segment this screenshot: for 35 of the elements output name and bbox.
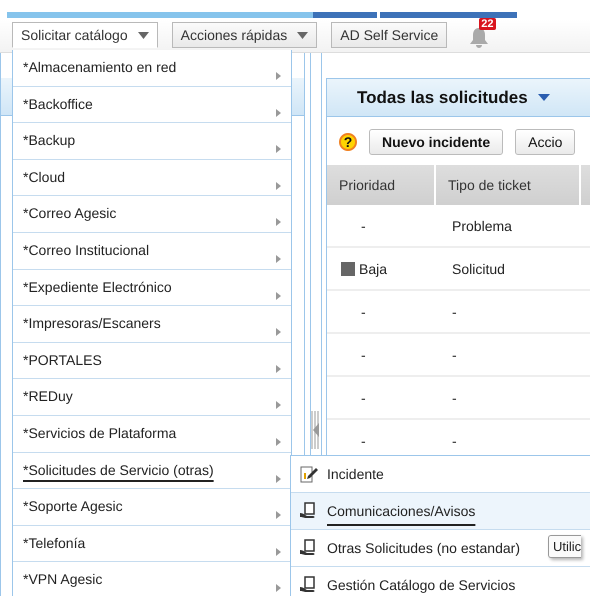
submenu-item[interactable]: Comunicaciones/Avisos	[291, 493, 590, 530]
column-header[interactable]: Tipo de ticket	[435, 165, 580, 205]
table-cell-text: -	[360, 346, 366, 362]
submenu-item[interactable]: Gestión Catálogo de Servicios	[291, 567, 590, 596]
menu-item[interactable]: *Servicios de Plataforma	[13, 416, 291, 453]
table-cell-text: -	[360, 432, 366, 448]
menu-item[interactable]: *Correo Institucional	[13, 232, 291, 270]
help-icon[interactable]: ?	[339, 133, 357, 151]
column-header[interactable]: Prioridad	[327, 165, 436, 205]
menu-item[interactable]: *Backoffice	[13, 86, 291, 124]
table-cell: -	[452, 304, 457, 320]
menu-item[interactable]: *PORTALES	[13, 342, 291, 380]
action-button[interactable]: Accio	[515, 129, 576, 155]
table-cell: -	[452, 346, 457, 362]
toolbar-button[interactable]: Solicitar catálogo	[12, 22, 158, 48]
table-cell-text: -	[360, 304, 366, 320]
notification-count: 22	[479, 18, 496, 30]
tooltip: Utilic	[548, 535, 582, 558]
table-cell: Problema	[452, 218, 512, 234]
table-cell: -	[452, 390, 457, 406]
table-cell-text: -	[360, 218, 366, 234]
menu-item[interactable]: *Correo Agesic	[13, 196, 291, 233]
menu-item[interactable]: *Expediente Electrónico	[13, 270, 291, 306]
menu-item[interactable]: *Cloud	[13, 160, 291, 196]
toolbar-button[interactable]: AD Self Service	[331, 22, 448, 48]
table-cell: -	[452, 432, 457, 448]
menu-item[interactable]: *REDuy	[13, 379, 291, 416]
menu-item[interactable]: *Backup	[13, 123, 291, 160]
toolbar-button[interactable]: Acciones rápidas	[172, 22, 318, 48]
action-button[interactable]: Nuevo incidente	[369, 129, 504, 155]
table-cell-text: -	[360, 390, 366, 406]
table-cell: Solicitud	[452, 260, 505, 276]
table-cell: Baja	[359, 260, 388, 276]
menu-item[interactable]: *Almacenamiento en red	[13, 50, 291, 87]
menu-item[interactable]: *Impresoras/Escaners	[13, 306, 291, 343]
